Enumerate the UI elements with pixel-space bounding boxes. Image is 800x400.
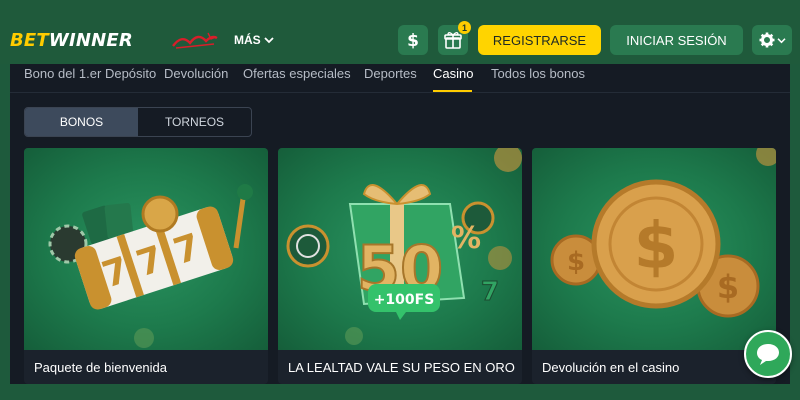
svg-text:$: $ bbox=[717, 268, 739, 306]
chat-bubble-icon bbox=[757, 344, 779, 365]
gift-box-image: 50 % 7 +100FS bbox=[278, 148, 522, 350]
bonus-card[interactable]: $ $ $ Devolución en el casino bbox=[532, 148, 776, 384]
tab-sports[interactable]: Deportes bbox=[364, 66, 417, 81]
register-button[interactable]: REGISTRARSE bbox=[478, 25, 601, 55]
torneos-toggle[interactable]: TORNEOS bbox=[138, 108, 251, 136]
chevron-down-icon bbox=[776, 37, 786, 43]
bonos-toggle[interactable]: BONOS bbox=[25, 108, 138, 136]
chat-button[interactable] bbox=[744, 330, 792, 378]
tab-special-offers[interactable]: Ofertas especiales bbox=[243, 66, 351, 81]
logo-bet: BET bbox=[10, 30, 49, 51]
svg-text:$: $ bbox=[407, 31, 419, 50]
svg-text:%: % bbox=[451, 221, 481, 256]
site-header: BET WINNER MÁS $ 1 REGISTRARSE INICIAR S… bbox=[0, 18, 800, 64]
gift-button[interactable]: 1 bbox=[438, 21, 471, 55]
gear-icon bbox=[759, 32, 774, 48]
gold-coins-image: $ $ $ bbox=[532, 148, 776, 350]
svg-text:$: $ bbox=[567, 247, 585, 277]
bonus-tabs: Bono del 1.er Depósito Devolución Oferta… bbox=[10, 64, 790, 93]
more-label: MÁS bbox=[234, 33, 261, 47]
tab-casino[interactable]: Casino bbox=[433, 66, 473, 81]
dollar-icon: $ bbox=[407, 31, 419, 50]
tab-first-deposit[interactable]: Bono del 1.er Depósito bbox=[24, 66, 156, 81]
card-title: LA LEALTAD VALE SU PESO EN ORO bbox=[288, 360, 515, 375]
gift-icon bbox=[444, 32, 462, 49]
betwinner-logo[interactable]: BET WINNER bbox=[10, 30, 133, 51]
logo-winner: WINNER bbox=[48, 30, 133, 51]
gift-count-badge: 1 bbox=[458, 21, 471, 34]
deposit-button[interactable]: $ bbox=[398, 25, 428, 55]
svg-text:$: $ bbox=[634, 210, 679, 284]
slot-machine-image: 7 7 7 bbox=[24, 148, 268, 350]
settings-button[interactable] bbox=[752, 25, 792, 55]
chevron-down-icon bbox=[264, 37, 274, 44]
bonus-type-switch: BONOS TORNEOS bbox=[24, 107, 252, 137]
tab-cashback[interactable]: Devolución bbox=[164, 66, 228, 81]
login-button[interactable]: INICIAR SESIÓN bbox=[610, 25, 743, 55]
top-strip bbox=[0, 0, 800, 18]
card-title: Devolución en el casino bbox=[542, 360, 680, 375]
bonus-content: Bono del 1.er Depósito Devolución Oferta… bbox=[10, 64, 790, 384]
more-menu[interactable]: MÁS bbox=[234, 33, 274, 47]
svg-text:+100FS: +100FS bbox=[374, 292, 435, 308]
tab-all-bonuses[interactable]: Todos los bonos bbox=[491, 66, 585, 81]
active-tab-indicator bbox=[433, 90, 472, 92]
card-title: Paquete de bienvenida bbox=[34, 360, 168, 375]
promo-mark-icon[interactable] bbox=[170, 29, 220, 51]
bonus-card[interactable]: 7 7 7 Paquete de bienvenida bbox=[24, 148, 268, 384]
svg-text:7: 7 bbox=[481, 277, 499, 307]
bonus-card[interactable]: 50 % 7 +100FS LA LEALTAD VALE SU PESO EN… bbox=[278, 148, 522, 384]
bottom-strip bbox=[0, 384, 800, 400]
